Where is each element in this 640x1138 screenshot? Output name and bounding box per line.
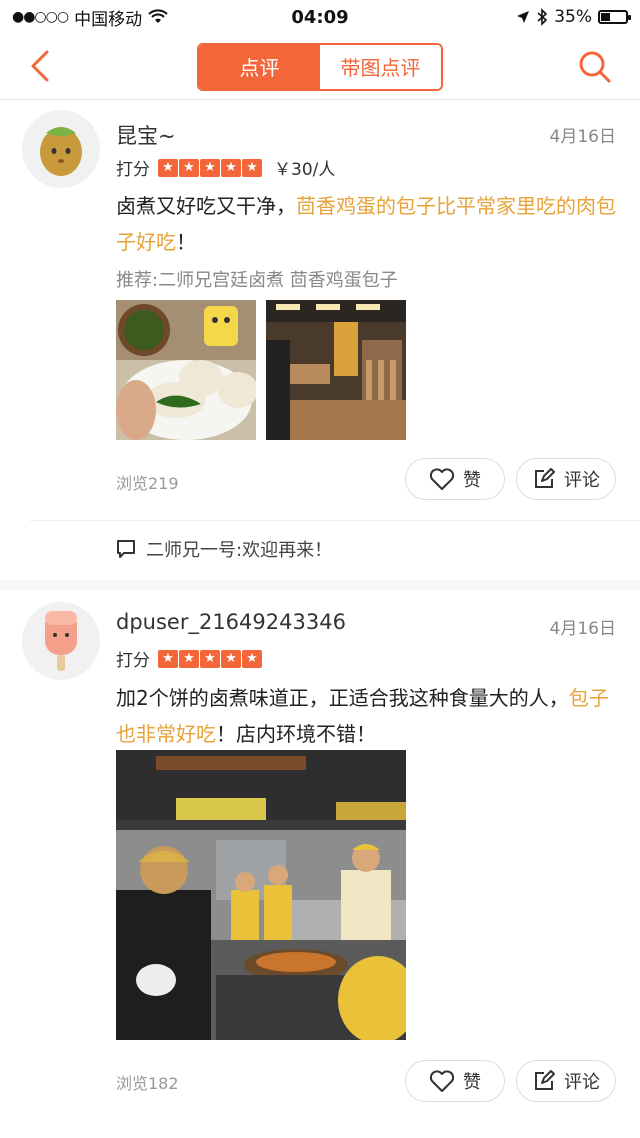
divider bbox=[0, 580, 640, 590]
shop-interior-image bbox=[266, 300, 406, 440]
view-count: 浏览182 bbox=[116, 1074, 179, 1093]
speech-bubble-icon bbox=[117, 540, 135, 558]
battery-percent: 35% bbox=[554, 7, 592, 27]
review-photo[interactable] bbox=[116, 750, 406, 1040]
star-rating: ★ ★ ★ ★ ★ bbox=[158, 649, 262, 668]
review-text-plain: 加2个饼的卤煮味道正，正适合我这种食量大的人， bbox=[116, 686, 569, 710]
star-icon: ★ bbox=[242, 158, 262, 177]
nav-bar: 点评 带图点评 bbox=[0, 34, 640, 100]
rating-row: 打分 ★ ★ ★ ★ ★ ￥30/人 bbox=[116, 155, 335, 180]
review-filter-tabs: 点评 带图点评 bbox=[197, 42, 443, 91]
review-text: 加2个饼的卤煮味道正，正适合我这种食量大的人，包子也非常好吃！店内环境不错！ bbox=[116, 680, 626, 752]
divider bbox=[30, 520, 640, 521]
comment-button[interactable]: 评论 bbox=[516, 1060, 616, 1102]
review-text: 卤煮又好吃又干净，茴香鸡蛋的包子比平常家里吃的肉包子好吃！ bbox=[116, 188, 626, 260]
avatar[interactable] bbox=[22, 602, 100, 680]
review-photo[interactable] bbox=[266, 300, 406, 440]
like-button[interactable]: 赞 bbox=[405, 458, 505, 500]
review-text-end: ！店内环境不错！ bbox=[216, 722, 376, 746]
price-per-person: ￥30/人 bbox=[274, 160, 336, 180]
signal-strength-icon: ●●○○○ bbox=[12, 9, 69, 25]
bluetooth-icon bbox=[537, 8, 548, 26]
star-icon: ★ bbox=[179, 649, 199, 668]
star-icon: ★ bbox=[200, 649, 220, 668]
view-count: 浏览219 bbox=[116, 474, 179, 493]
comment-label: 评论 bbox=[564, 1072, 600, 1093]
location-arrow-icon bbox=[517, 11, 530, 23]
search-icon bbox=[579, 51, 611, 83]
review-date: 4月16日 bbox=[549, 127, 616, 147]
star-icon: ★ bbox=[179, 158, 199, 177]
kiwi-avatar-icon bbox=[40, 127, 82, 176]
heart-icon bbox=[429, 1070, 455, 1092]
rating-row: 打分 ★ ★ ★ ★ ★ bbox=[116, 646, 262, 671]
star-icon: ★ bbox=[221, 158, 241, 177]
avatar[interactable] bbox=[22, 110, 100, 188]
reviewer-name[interactable]: 昆宝~ bbox=[116, 120, 176, 150]
rating-label: 打分 bbox=[116, 160, 150, 180]
star-icon: ★ bbox=[221, 649, 241, 668]
star-icon: ★ bbox=[200, 158, 220, 177]
battery-icon bbox=[598, 10, 631, 24]
kitchen-photo-image bbox=[116, 750, 406, 1040]
merchant-reply[interactable]: 二师兄一号:欢迎再来！ bbox=[116, 536, 332, 562]
review-date: 4月16日 bbox=[549, 619, 616, 639]
tab-reviews[interactable]: 点评 bbox=[199, 44, 320, 89]
review-text-plain: 卤煮又好吃又干净， bbox=[116, 194, 296, 218]
star-rating: ★ ★ ★ ★ ★ bbox=[158, 158, 262, 177]
tab-photo-reviews[interactable]: 带图点评 bbox=[320, 44, 441, 89]
comment-button[interactable]: 评论 bbox=[516, 458, 616, 500]
chevron-left-icon bbox=[31, 50, 49, 82]
back-button[interactable] bbox=[22, 48, 58, 84]
review-photo[interactable] bbox=[116, 300, 256, 440]
like-label: 赞 bbox=[463, 1072, 481, 1093]
edit-comment-icon bbox=[535, 468, 555, 488]
star-icon: ★ bbox=[242, 649, 262, 668]
review-text-end: ！ bbox=[176, 230, 196, 254]
like-label: 赞 bbox=[463, 470, 481, 491]
carrier-name: 中国移动 bbox=[74, 9, 143, 30]
reviewer-name[interactable]: dpuser_21649243346 bbox=[116, 610, 346, 634]
rating-label: 打分 bbox=[116, 651, 150, 671]
popsicle-avatar-icon bbox=[45, 611, 77, 671]
star-icon: ★ bbox=[158, 158, 178, 177]
heart-icon bbox=[429, 468, 455, 490]
review-card: dpuser_21649243346 4月16日 打分 ★ ★ ★ ★ ★ 加2… bbox=[0, 592, 640, 1138]
status-bar: ●●○○○ 中国移动 04:09 35% bbox=[0, 0, 640, 34]
edit-comment-icon bbox=[535, 1070, 555, 1090]
comment-label: 评论 bbox=[564, 470, 600, 491]
recommended-dishes: 推荐:二师兄宫廷卤煮 茴香鸡蛋包子 bbox=[116, 270, 398, 291]
like-button[interactable]: 赞 bbox=[405, 1060, 505, 1102]
wifi-icon bbox=[148, 9, 168, 23]
search-button[interactable] bbox=[576, 48, 614, 86]
star-icon: ★ bbox=[158, 649, 178, 668]
review-card: 昆宝~ 4月16日 打分 ★ ★ ★ ★ ★ ￥30/人 卤煮又好吃又干净，茴香… bbox=[0, 100, 640, 580]
food-photo-image bbox=[116, 300, 256, 440]
reply-text: 二师兄一号:欢迎再来！ bbox=[146, 540, 333, 561]
